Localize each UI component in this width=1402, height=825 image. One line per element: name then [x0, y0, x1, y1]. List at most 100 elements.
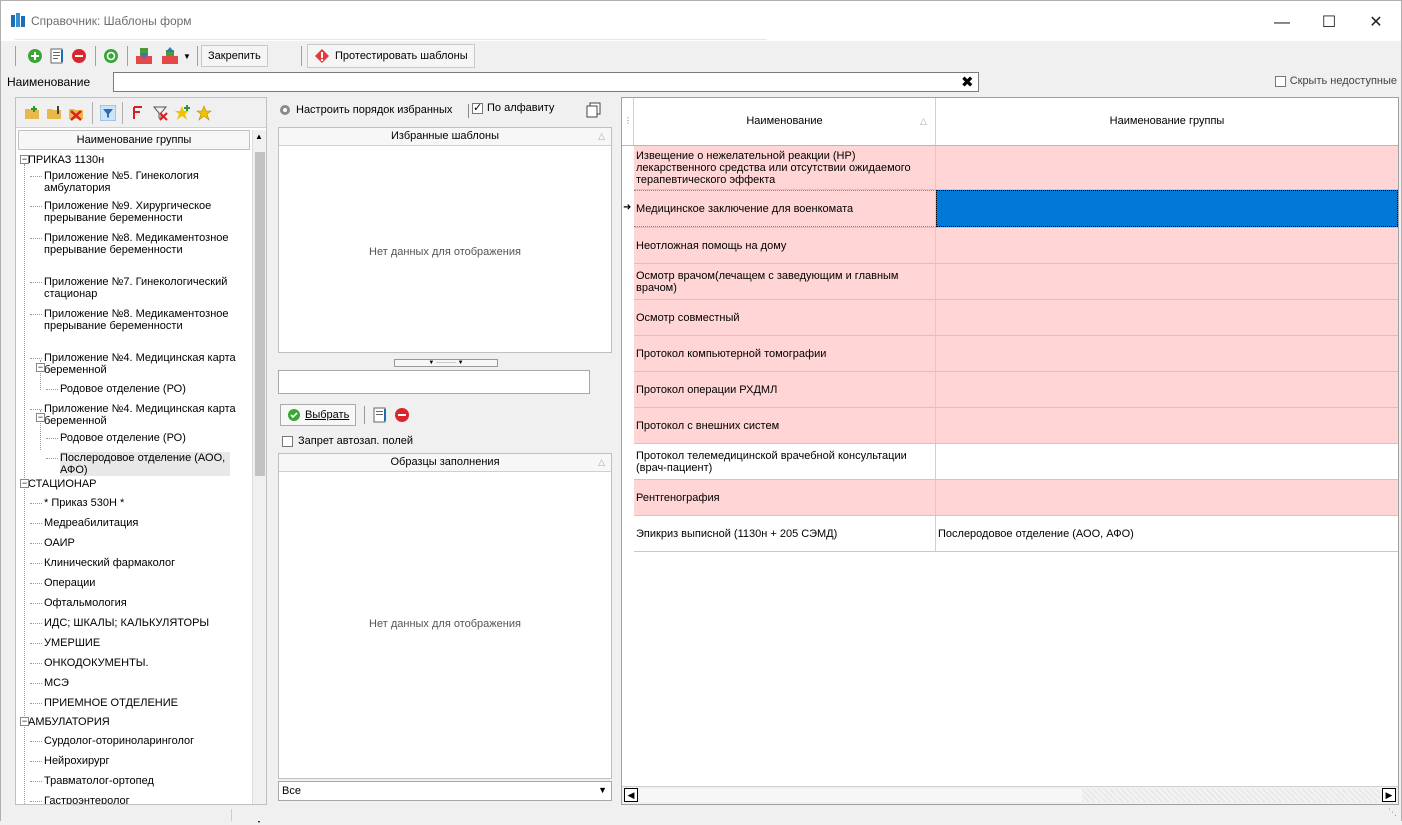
- cell-group[interactable]: Послеродовое отделение (АОО, АФО): [936, 516, 1398, 551]
- filter-icon[interactable]: [100, 105, 116, 121]
- clear-search-icon[interactable]: ✖: [961, 73, 974, 91]
- cell-name[interactable]: Эпикриз выписной (1130н + 205 СЭМД): [634, 516, 936, 551]
- samples-filter-select[interactable]: Все ▼: [278, 781, 612, 801]
- collapse-toggle-icon[interactable]: −: [36, 413, 45, 422]
- table-row[interactable]: Медицинское заключение для военкомата: [634, 190, 1398, 228]
- tree-item[interactable]: Приложение №8. Медикаментозное прерывани…: [44, 232, 244, 256]
- tree-item[interactable]: Сурдолог-оториноларинголог: [44, 735, 244, 747]
- table-row[interactable]: Осмотр совместный: [634, 300, 1398, 336]
- cell-group[interactable]: [936, 264, 1398, 299]
- cell-group[interactable]: [936, 336, 1398, 371]
- clear-filter-icon[interactable]: [152, 105, 168, 121]
- scroll-up-icon[interactable]: ▲: [255, 132, 263, 141]
- scroll-thumb[interactable]: [640, 789, 1082, 802]
- splitter-handle[interactable]: ▼ ·········· ▼: [394, 359, 498, 367]
- add-folder-icon[interactable]: [24, 105, 40, 121]
- tree-item[interactable]: Операции: [44, 577, 244, 589]
- edit-template-icon[interactable]: [372, 407, 388, 423]
- tree-item[interactable]: Родовое отделение (РО): [60, 432, 250, 444]
- cell-group[interactable]: [936, 372, 1398, 407]
- search-input[interactable]: [113, 72, 979, 92]
- table-row[interactable]: Протокол с внешних систем: [634, 408, 1398, 444]
- tree-item[interactable]: Приложение №9. Хирургическое прерывание …: [44, 200, 244, 224]
- add-icon[interactable]: [25, 45, 45, 67]
- tree-item[interactable]: Офтальмология: [44, 597, 244, 609]
- tree-group-node[interactable]: ПРИКАЗ 1130н: [28, 154, 228, 166]
- collapse-toggle-icon[interactable]: −: [20, 479, 29, 488]
- column-header-name[interactable]: Наименование: [634, 98, 936, 145]
- alphabetical-checkbox[interactable]: По алфавиту: [472, 101, 554, 114]
- tree-column-header[interactable]: Наименование группы: [18, 130, 250, 150]
- tree-scrollbar[interactable]: ▲ ▼: [252, 130, 266, 825]
- chevron-down-icon[interactable]: ▼: [598, 785, 607, 795]
- tree-item[interactable]: ОАИР: [44, 537, 244, 549]
- template-search-input[interactable]: [278, 370, 590, 394]
- maximize-button[interactable]: ☐: [1306, 11, 1352, 35]
- delete-icon[interactable]: [69, 45, 89, 67]
- samples-header[interactable]: Образцы заполнения: [279, 454, 611, 472]
- tree-item[interactable]: ИДС; ШКАЛЫ; КАЛЬКУЛЯТОРЫ: [44, 617, 244, 629]
- autofill-lock-checkbox[interactable]: Запрет автозап. полей: [282, 435, 413, 447]
- tree-item[interactable]: ПРИЕМНОЕ ОТДЕЛЕНИЕ: [44, 697, 244, 709]
- refresh-icon[interactable]: [101, 45, 121, 67]
- collapse-toggle-icon[interactable]: −: [36, 363, 45, 372]
- cell-group[interactable]: [936, 408, 1398, 443]
- cell-group[interactable]: [936, 444, 1398, 479]
- tree-group-node[interactable]: АМБУЛАТОРИЯ: [28, 716, 228, 728]
- delete-folder-icon[interactable]: [68, 105, 84, 121]
- grid-horizontal-scrollbar[interactable]: ◀ ▶: [622, 786, 1398, 804]
- favorite-star-icon[interactable]: [196, 105, 212, 121]
- hide-unavailable-checkbox[interactable]: Скрыть недоступные: [1274, 75, 1397, 87]
- tree-item[interactable]: Медреабилитация: [44, 517, 244, 529]
- cell-name[interactable]: Медицинское заключение для военкомата: [634, 190, 936, 227]
- scroll-thumb[interactable]: [255, 152, 265, 476]
- chevron-down-icon[interactable]: ▼: [181, 45, 193, 67]
- sort-icon[interactable]: [130, 105, 146, 121]
- tree-item[interactable]: Приложение №4. Медицинская карта беремен…: [44, 352, 244, 376]
- table-row[interactable]: Протокол телемедицинской врачебной консу…: [634, 444, 1398, 480]
- table-row[interactable]: Протокол компьютерной томографии: [634, 336, 1398, 372]
- tree-item[interactable]: Послеродовое отделение (АОО, АФО): [60, 452, 230, 476]
- cell-name[interactable]: Протокол компьютерной томографии: [634, 336, 936, 371]
- cell-name[interactable]: Протокол операции РХДМЛ: [634, 372, 936, 407]
- favorites-header[interactable]: Избранные шаблоны: [279, 128, 611, 146]
- copy-icon[interactable]: [586, 102, 602, 118]
- tree-item[interactable]: Приложение №8. Медикаментозное прерывани…: [44, 308, 244, 332]
- table-row[interactable]: Осмотр врачом(лечащем с заведующим и гла…: [634, 264, 1398, 300]
- select-button[interactable]: Выбрать: [280, 404, 357, 426]
- cell-group[interactable]: [936, 480, 1398, 515]
- cell-group[interactable]: [936, 300, 1398, 335]
- tree-item[interactable]: Нейрохирург: [44, 755, 244, 767]
- tree-item[interactable]: МСЭ: [44, 677, 244, 689]
- scroll-left-icon[interactable]: ◀: [624, 788, 638, 802]
- cell-name[interactable]: Осмотр врачом(лечащем с заведующим и гла…: [634, 264, 936, 299]
- minimize-button[interactable]: —: [1259, 11, 1305, 35]
- column-header-group[interactable]: Наименование группы: [936, 98, 1398, 145]
- tree-item[interactable]: * Приказ 530Н *: [44, 497, 244, 509]
- resize-grip-icon[interactable]: ⋱: [1388, 807, 1397, 818]
- table-row[interactable]: Протокол операции РХДМЛ: [634, 372, 1398, 408]
- export-excel-icon[interactable]: [159, 45, 181, 67]
- scroll-right-icon[interactable]: ▶: [1382, 788, 1396, 802]
- close-button[interactable]: ✕: [1353, 11, 1399, 35]
- tree-item[interactable]: Родовое отделение (РО): [60, 383, 250, 395]
- configure-favorites-button[interactable]: Настроить порядок избранных: [278, 100, 452, 120]
- edit-icon[interactable]: [47, 45, 67, 67]
- cell-name[interactable]: Извещение о нежелательной реакции (НР) л…: [634, 146, 936, 189]
- test-templates-button[interactable]: Протестировать шаблоны: [307, 44, 475, 68]
- cell-group[interactable]: [936, 190, 1398, 227]
- row-selector-header[interactable]: ⋮: [622, 98, 634, 145]
- tree-item[interactable]: ОНКОДОКУМЕНТЫ.: [44, 657, 244, 669]
- table-row[interactable]: Рентгенография: [634, 480, 1398, 516]
- cell-group[interactable]: [936, 146, 1398, 189]
- edit-folder-icon[interactable]: [46, 105, 62, 121]
- import-excel-icon[interactable]: [133, 45, 155, 67]
- tree-item[interactable]: Приложение №5. Гинекология амбулатория: [44, 170, 244, 194]
- collapse-toggle-icon[interactable]: −: [20, 717, 29, 726]
- add-favorite-icon[interactable]: [174, 105, 190, 121]
- cell-group[interactable]: [936, 228, 1398, 263]
- table-row[interactable]: Эпикриз выписной (1130н + 205 СЭМД) После…: [634, 516, 1398, 552]
- tree-item[interactable]: Приложение №4. Медицинская карта беремен…: [44, 403, 244, 427]
- cell-name[interactable]: Осмотр совместный: [634, 300, 936, 335]
- tree-group-node[interactable]: СТАЦИОНАР: [28, 478, 228, 490]
